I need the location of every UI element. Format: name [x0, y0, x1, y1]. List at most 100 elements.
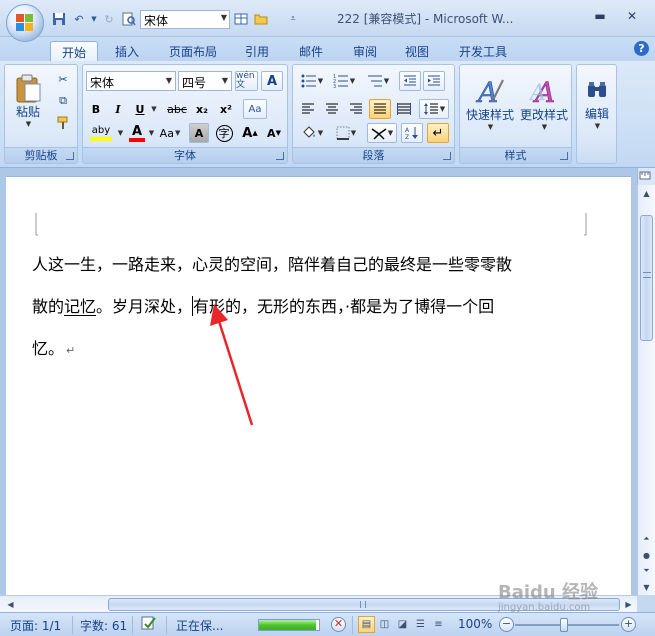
- enclose-characters-button[interactable]: 字: [213, 123, 235, 143]
- highlight-dropdown-icon[interactable]: ▼: [116, 123, 125, 143]
- print-layout-view-button[interactable]: ▤: [358, 616, 375, 633]
- bullets-button[interactable]: ▼: [297, 71, 327, 91]
- save-icon[interactable]: [50, 10, 68, 28]
- help-icon[interactable]: ?: [634, 41, 649, 56]
- italic-button[interactable]: I: [109, 99, 127, 119]
- undo-icon[interactable]: ↶: [70, 10, 88, 28]
- select-browse-object-icon[interactable]: ●: [638, 547, 655, 563]
- align-left-button[interactable]: [297, 99, 319, 119]
- font-color-button[interactable]: A: [127, 123, 147, 143]
- word-count[interactable]: 字数: 61: [80, 617, 127, 634]
- scroll-right-icon[interactable]: ▶: [620, 596, 637, 612]
- zoom-slider-thumb[interactable]: [560, 618, 568, 632]
- character-shading-button[interactable]: A: [189, 123, 209, 143]
- strikethrough-button[interactable]: abc: [165, 99, 189, 119]
- align-center-icon: [326, 103, 338, 114]
- dialog-launcher-icon[interactable]: [276, 152, 284, 160]
- dialog-launcher-icon[interactable]: [560, 152, 568, 160]
- underline-button[interactable]: U: [131, 99, 149, 119]
- copy-icon[interactable]: ⧉: [53, 91, 73, 111]
- bold-button[interactable]: B: [87, 99, 105, 119]
- dialog-launcher-icon[interactable]: [66, 152, 74, 160]
- change-styles-button[interactable]: AA 更改样式 ▼: [518, 69, 570, 137]
- paste-button[interactable]: 粘贴 ▼: [11, 69, 45, 131]
- align-right-button[interactable]: [345, 99, 367, 119]
- next-page-icon[interactable]: ⏷: [638, 563, 655, 579]
- underline-dropdown-icon[interactable]: ▼: [149, 99, 159, 119]
- zoom-in-icon[interactable]: +: [621, 617, 636, 632]
- character-border-label: A: [266, 73, 278, 89]
- text-highlight-button[interactable]: aby: [87, 123, 115, 143]
- text-run: 散的: [32, 297, 65, 316]
- undo-dropdown-icon[interactable]: ▼: [90, 10, 98, 28]
- sort-button[interactable]: AZ: [401, 123, 423, 143]
- scroll-down-icon[interactable]: ▼: [638, 579, 655, 595]
- minimize-icon[interactable]: ▬: [587, 6, 613, 26]
- decrease-indent-button[interactable]: [399, 71, 421, 91]
- vertical-scrollbar[interactable]: ▲ ⏶ ● ⏷ ▼: [637, 185, 655, 595]
- subscript-button[interactable]: x₂: [191, 99, 213, 119]
- zoom-level[interactable]: 100%: [458, 617, 492, 631]
- draft-view-button[interactable]: ≡: [430, 616, 447, 633]
- baidu-watermark: Baidu 经验 jingyan.baidu.com: [498, 578, 598, 613]
- shrink-font-button[interactable]: A ▼: [263, 123, 285, 143]
- previous-page-icon[interactable]: ⏶: [638, 531, 655, 547]
- justify-button[interactable]: [369, 99, 391, 119]
- document-page[interactable]: [6, 176, 631, 595]
- scroll-left-icon[interactable]: ◀: [2, 596, 19, 612]
- scroll-up-icon[interactable]: ▲: [638, 185, 655, 201]
- window-title: 222 [兼容模式] - Microsoft W...: [337, 12, 514, 26]
- open-folder-icon[interactable]: [252, 10, 270, 28]
- character-border-button[interactable]: A: [261, 71, 283, 91]
- tab-insert[interactable]: 插入: [106, 41, 148, 61]
- increase-indent-button[interactable]: [423, 71, 445, 91]
- ruler-toggle-button[interactable]: [637, 168, 655, 185]
- clear-formatting-button[interactable]: Aa: [243, 99, 267, 119]
- quick-styles-button[interactable]: A 快速样式 ▼: [464, 69, 516, 137]
- tab-mailings[interactable]: 邮件: [290, 41, 332, 61]
- page-count[interactable]: 页面: 1/1: [10, 617, 61, 634]
- office-button[interactable]: [6, 4, 44, 42]
- tab-developer[interactable]: 开发工具: [450, 41, 516, 61]
- font-size-combo[interactable]: 四号 ▼: [178, 71, 232, 91]
- borders-button[interactable]: ▼: [331, 123, 361, 143]
- font-color-dropdown-icon[interactable]: ▼: [147, 123, 156, 143]
- tab-page-layout[interactable]: 页面布局: [160, 41, 226, 61]
- proofing-icon[interactable]: [140, 615, 158, 634]
- outline-view-button[interactable]: ☰: [412, 616, 429, 633]
- multilevel-list-button[interactable]: ▼: [363, 71, 393, 91]
- print-preview-icon[interactable]: [120, 10, 138, 28]
- tab-view[interactable]: 视图: [396, 41, 438, 61]
- table-icon[interactable]: [232, 10, 250, 28]
- format-painter-icon[interactable]: [53, 113, 73, 133]
- align-center-button[interactable]: [321, 99, 343, 119]
- document-body[interactable]: 人这一生，一路走来，心灵的空间，陪伴着自己的最终是一些零零散 散的记忆。岁月深处…: [32, 244, 592, 370]
- line-spacing-button[interactable]: ▼: [419, 99, 449, 119]
- tab-review[interactable]: 审阅: [344, 41, 386, 61]
- font-name-combo[interactable]: 宋体 ▼: [86, 71, 176, 91]
- restore-icon[interactable]: ✕: [619, 6, 645, 26]
- change-case-button[interactable]: Aa ▼: [157, 123, 183, 143]
- phonetic-guide-button[interactable]: wén 文: [235, 71, 258, 91]
- grow-font-button[interactable]: A ▲: [239, 123, 261, 143]
- text-run: 。岁月深处，: [96, 297, 193, 316]
- vertical-scroll-thumb[interactable]: [640, 215, 653, 341]
- distributed-button[interactable]: [393, 99, 415, 119]
- shading-button[interactable]: ▼: [297, 123, 327, 143]
- cut-icon[interactable]: ✂: [53, 69, 73, 89]
- customize-icon[interactable]: ⩡: [284, 10, 302, 28]
- editing-button[interactable]: 编辑 ▼: [579, 69, 615, 139]
- tab-references[interactable]: 引用: [236, 41, 278, 61]
- dialog-launcher-icon[interactable]: [443, 152, 451, 160]
- web-layout-button[interactable]: ◪: [394, 616, 411, 633]
- show-marks-button[interactable]: ↵: [427, 123, 449, 143]
- qat-font-combo[interactable]: 宋体 ▼: [140, 9, 230, 29]
- cancel-save-icon[interactable]: ✕: [331, 617, 346, 632]
- superscript-button[interactable]: x²: [215, 99, 237, 119]
- chinese-layout-button[interactable]: ▼: [367, 123, 397, 143]
- numbering-button[interactable]: 1 2 3 ▼: [329, 71, 359, 91]
- zoom-out-icon[interactable]: −: [499, 617, 514, 632]
- full-screen-reading-button[interactable]: ◫: [376, 616, 393, 633]
- tab-home[interactable]: 开始: [50, 41, 98, 61]
- redo-icon[interactable]: ↻: [100, 10, 118, 28]
